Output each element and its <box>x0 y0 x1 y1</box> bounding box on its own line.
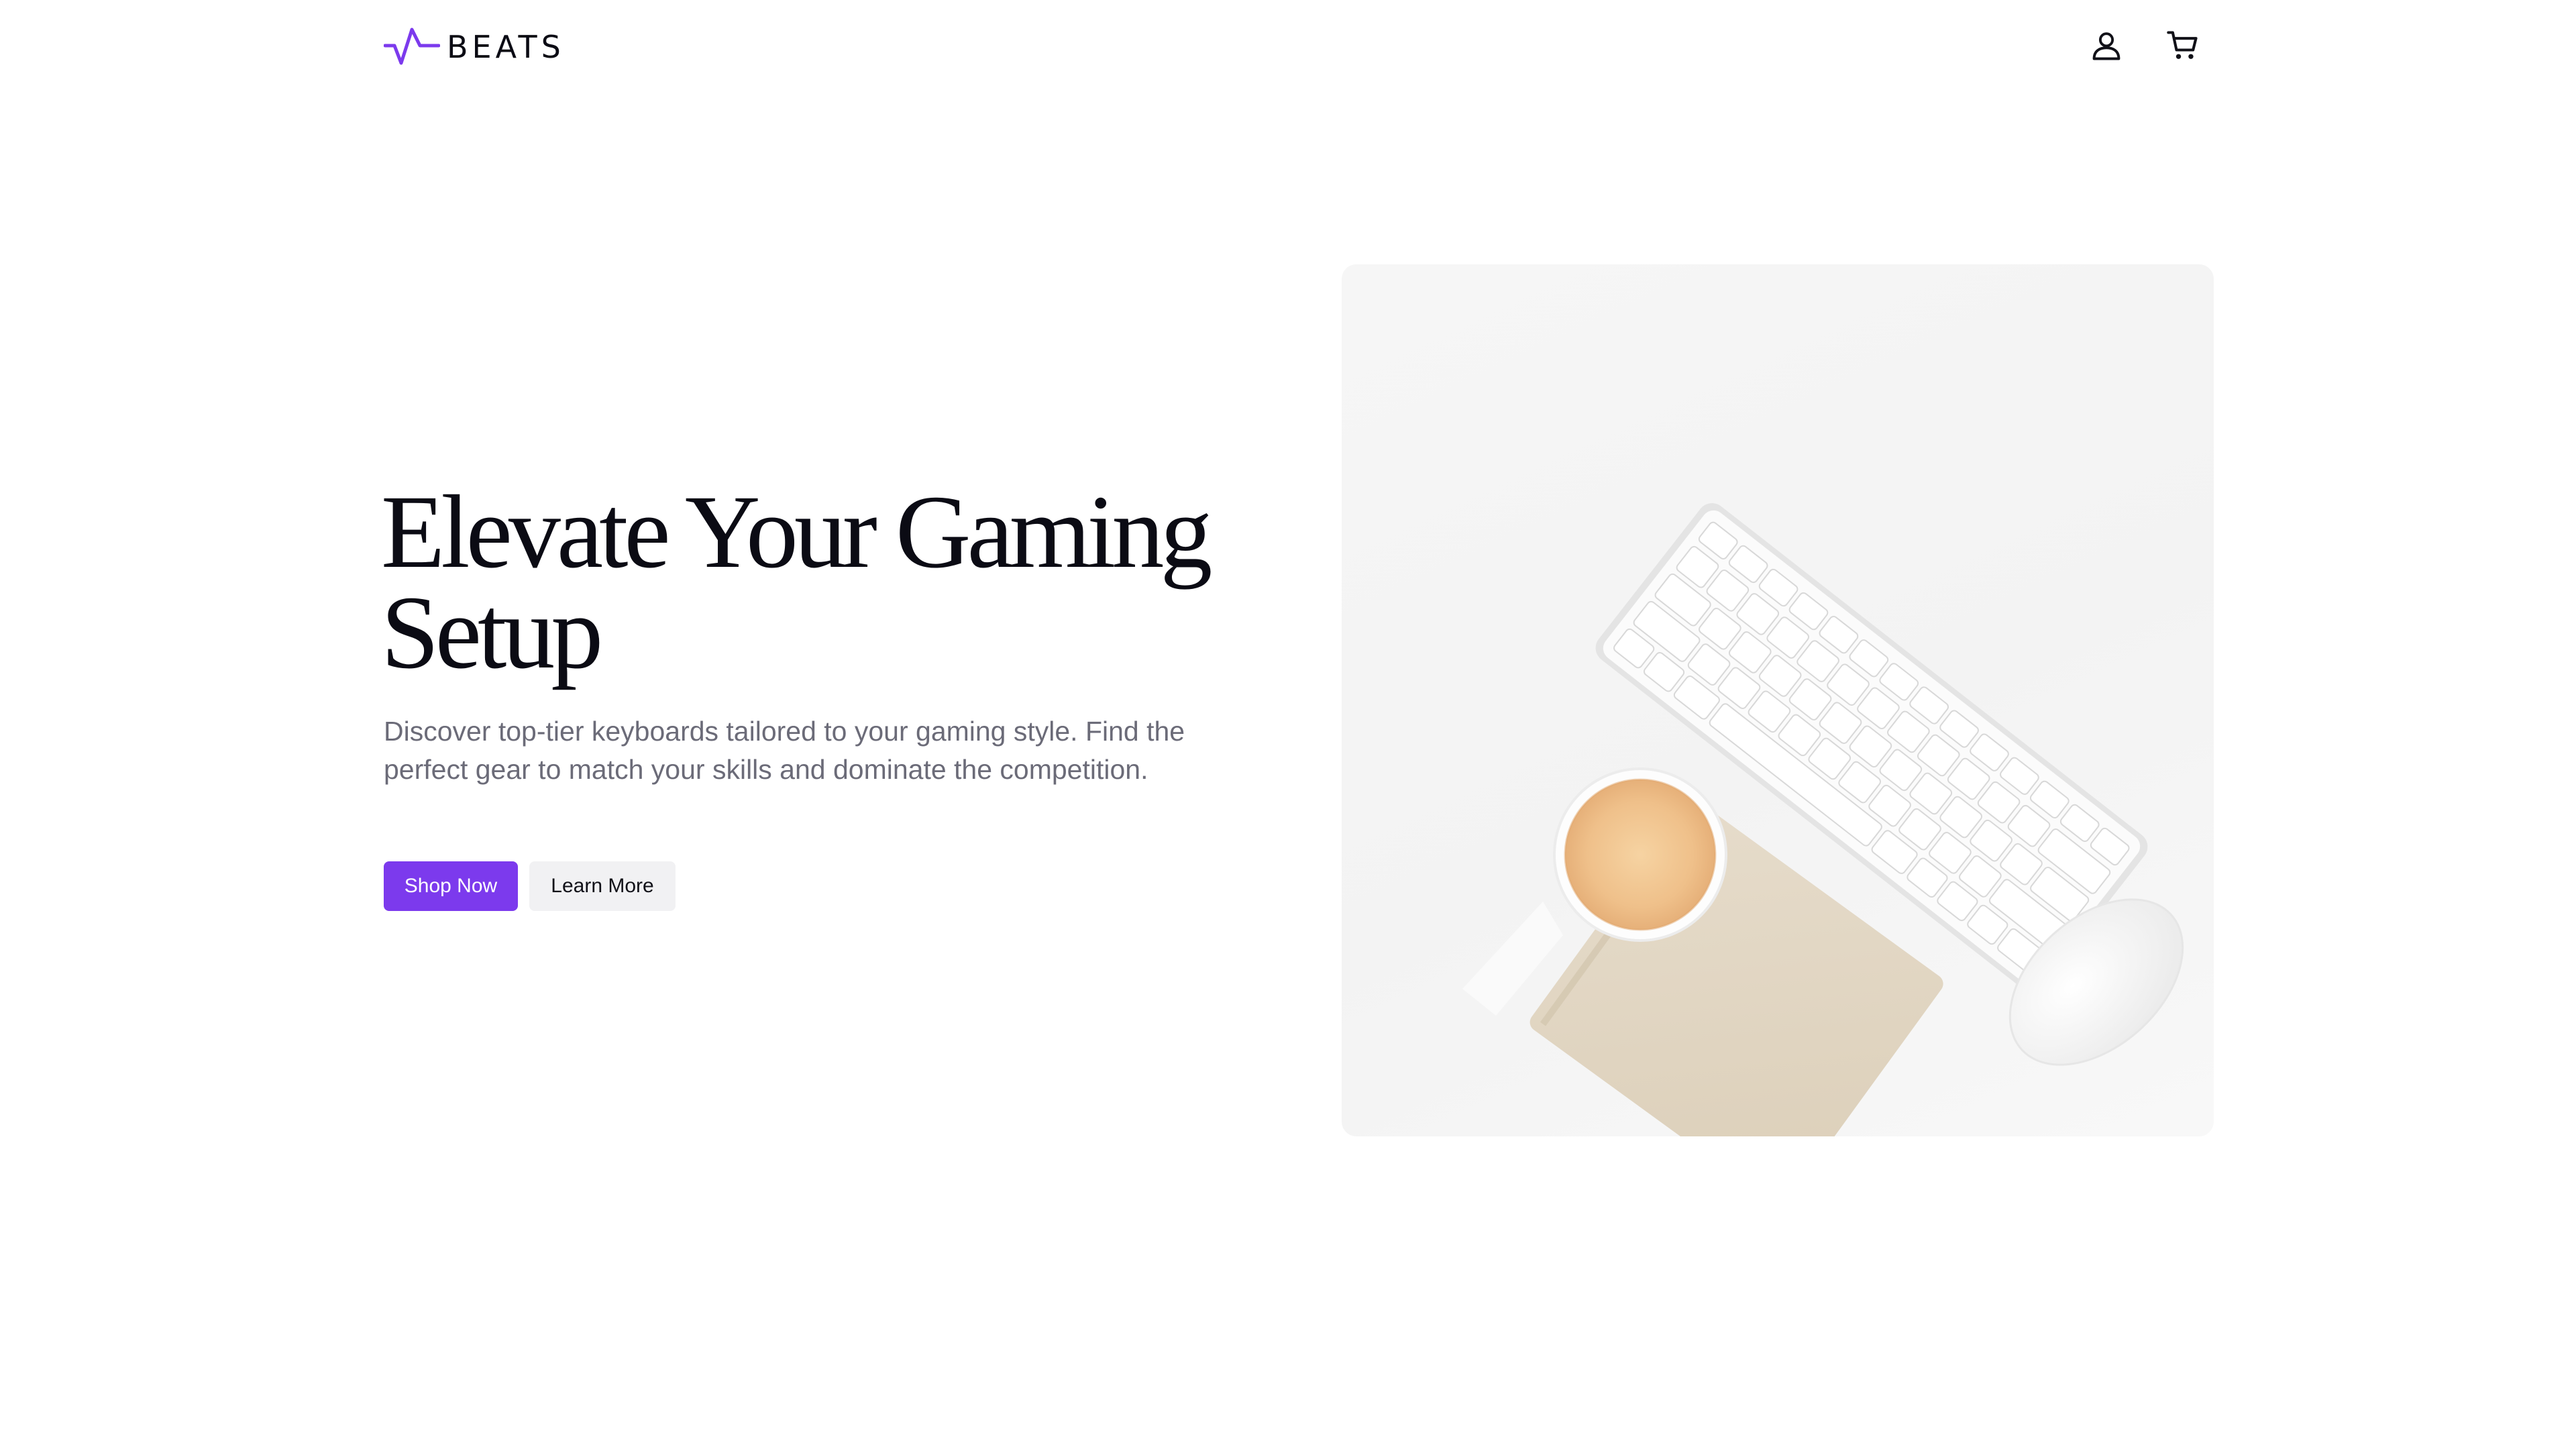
hero-subtitle: Discover top-tier keyboards tailored to … <box>384 716 1185 785</box>
pulse-wave-icon <box>384 28 440 65</box>
brand-name: BEATS <box>447 29 565 65</box>
shop-now-button[interactable]: Shop Now <box>384 861 518 911</box>
cart-button[interactable] <box>2161 24 2204 67</box>
hero-title: Elevate Your Gaming Setup <box>381 474 1212 690</box>
account-button[interactable] <box>2085 24 2128 67</box>
user-icon <box>2092 32 2121 60</box>
learn-more-button[interactable]: Learn More <box>529 861 676 911</box>
brand-logo[interactable]: BEATS <box>384 25 565 68</box>
desk-setup-illustration <box>1462 503 2184 1136</box>
site-header: BEATS <box>0 0 2576 101</box>
hero-image <box>1342 264 2214 1136</box>
shopping-cart-icon <box>2167 31 2198 59</box>
